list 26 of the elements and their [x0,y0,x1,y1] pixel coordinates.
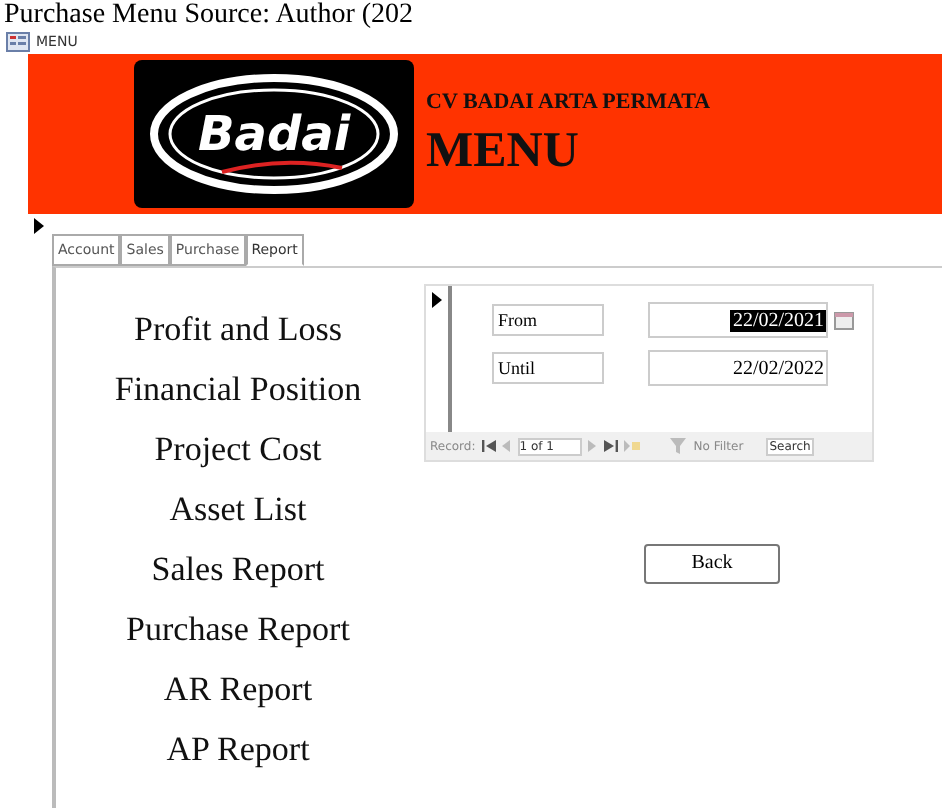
menu-link[interactable]: Profit and Loss [134,308,342,352]
record-selector-icon [432,292,442,308]
menu-link[interactable]: AP Report [166,728,310,772]
menu-link[interactable]: Financial Position [114,368,362,412]
first-record-icon[interactable] [481,440,496,452]
back-button[interactable]: Back [644,543,780,583]
calendar-icon[interactable] [834,311,854,329]
previous-record-icon[interactable] [501,440,512,452]
next-record-icon[interactable] [587,440,598,452]
form-icon [6,32,30,52]
field-label: From [492,304,604,336]
menu-link[interactable]: Project Cost [154,428,322,472]
record-selector-icon [34,218,44,234]
date-field[interactable]: 22/02/2021 [648,302,828,338]
date-field[interactable]: 22/02/2022 [648,350,828,386]
menu-link[interactable]: Asset List [169,488,307,532]
caption-text: Purchase Menu Source: Author (202 [2,0,416,30]
menu-link[interactable]: Sales Report [151,548,325,592]
company-name: CV BADAI ARTA PERMATA [426,90,711,114]
logo-text: Badai [197,106,351,162]
menu-link[interactable]: Purchase Report [126,608,350,652]
last-record-icon[interactable] [603,440,618,452]
filter-icon[interactable] [669,437,688,455]
field-label: Until [492,352,604,384]
form-title: MENU [426,126,581,178]
menu-link[interactable]: AR Report [163,668,313,712]
